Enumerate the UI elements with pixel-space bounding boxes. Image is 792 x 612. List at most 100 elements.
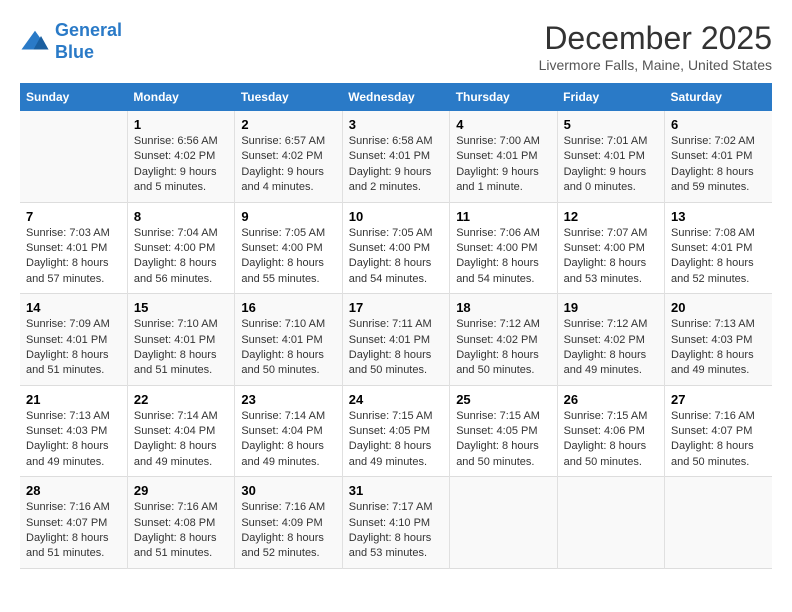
day-number: 20: [671, 300, 766, 315]
week-row-5: 28 Sunrise: 7:16 AMSunset: 4:07 PMDayligh…: [20, 477, 772, 569]
day-info: Sunrise: 7:07 AMSunset: 4:00 PMDaylight:…: [564, 226, 658, 288]
day-number: 31: [349, 483, 443, 498]
weekday-header-friday: Friday: [557, 83, 664, 111]
day-info: Sunrise: 7:14 AMSunset: 4:04 PMDaylight:…: [241, 409, 335, 471]
day-number: 30: [241, 483, 335, 498]
day-number: 9: [241, 209, 335, 224]
day-info: Sunrise: 6:57 AMSunset: 4:02 PMDaylight:…: [241, 134, 335, 196]
weekday-header-wednesday: Wednesday: [342, 83, 449, 111]
day-info: Sunrise: 7:05 AMSunset: 4:00 PMDaylight:…: [349, 226, 443, 288]
calendar-cell: 10 Sunrise: 7:05 AMSunset: 4:00 PMDayligh…: [342, 202, 449, 294]
calendar-cell: 23Sunrise: 7:14 AMSunset: 4:04 PMDayligh…: [235, 385, 342, 477]
day-number: 13: [671, 209, 766, 224]
day-number: 10: [349, 209, 443, 224]
day-number: 4: [456, 117, 550, 132]
calendar-cell: 13 Sunrise: 7:08 AMSunset: 4:01 PMDayligh…: [665, 202, 772, 294]
day-info: Sunrise: 6:56 AMSunset: 4:02 PMDaylight:…: [134, 134, 228, 196]
calendar-cell: 20 Sunrise: 7:13 AMSunset: 4:03 PMDayligh…: [665, 294, 772, 386]
calendar-cell: 26Sunrise: 7:15 AMSunset: 4:06 PMDayligh…: [557, 385, 664, 477]
calendar-cell: 8 Sunrise: 7:04 AMSunset: 4:00 PMDaylight…: [127, 202, 234, 294]
weekday-row: SundayMondayTuesdayWednesdayThursdayFrid…: [20, 83, 772, 111]
week-row-1: 1 Sunrise: 6:56 AMSunset: 4:02 PMDaylight…: [20, 111, 772, 202]
calendar-cell: 21 Sunrise: 7:13 AMSunset: 4:03 PMDayligh…: [20, 385, 127, 477]
calendar-table: SundayMondayTuesdayWednesdayThursdayFrid…: [20, 83, 772, 569]
calendar-cell: [557, 477, 664, 569]
calendar-cell: 28 Sunrise: 7:16 AMSunset: 4:07 PMDayligh…: [20, 477, 127, 569]
day-info: Sunrise: 7:16 AMSunset: 4:07 PMDaylight:…: [671, 409, 766, 471]
calendar-cell: 4 Sunrise: 7:00 AMSunset: 4:01 PMDaylight…: [450, 111, 557, 202]
day-number: 7: [26, 209, 121, 224]
day-info: Sunrise: 7:16 AMSunset: 4:09 PMDaylight:…: [241, 500, 335, 562]
calendar-cell: 24Sunrise: 7:15 AMSunset: 4:05 PMDayligh…: [342, 385, 449, 477]
day-number: 17: [349, 300, 443, 315]
day-number: 12: [564, 209, 658, 224]
calendar-cell: 11 Sunrise: 7:06 AMSunset: 4:00 PMDayligh…: [450, 202, 557, 294]
day-number: 19: [564, 300, 658, 315]
day-info: Sunrise: 7:12 AMSunset: 4:02 PMDaylight:…: [564, 317, 658, 379]
calendar-cell: 14Sunrise: 7:09 AMSunset: 4:01 PMDayligh…: [20, 294, 127, 386]
calendar-cell: 17 Sunrise: 7:11 AMSunset: 4:01 PMDayligh…: [342, 294, 449, 386]
day-info: Sunrise: 7:14 AMSunset: 4:04 PMDaylight:…: [134, 409, 228, 471]
weekday-header-monday: Monday: [127, 83, 234, 111]
week-row-4: 21 Sunrise: 7:13 AMSunset: 4:03 PMDayligh…: [20, 385, 772, 477]
logo-line2: Blue: [55, 42, 94, 62]
calendar-cell: [450, 477, 557, 569]
weekday-header-saturday: Saturday: [665, 83, 772, 111]
logo: General Blue: [20, 20, 122, 63]
calendar-body: 1 Sunrise: 6:56 AMSunset: 4:02 PMDaylight…: [20, 111, 772, 568]
calendar-cell: [665, 477, 772, 569]
day-info: Sunrise: 7:13 AMSunset: 4:03 PMDaylight:…: [671, 317, 766, 379]
day-info: Sunrise: 7:04 AMSunset: 4:00 PMDaylight:…: [134, 226, 228, 288]
day-info: Sunrise: 7:08 AMSunset: 4:01 PMDaylight:…: [671, 226, 766, 288]
day-number: 16: [241, 300, 335, 315]
weekday-header-sunday: Sunday: [20, 83, 127, 111]
day-number: 11: [456, 209, 550, 224]
weekday-header-thursday: Thursday: [450, 83, 557, 111]
day-info: Sunrise: 7:11 AMSunset: 4:01 PMDaylight:…: [349, 317, 443, 379]
calendar-cell: 2 Sunrise: 6:57 AMSunset: 4:02 PMDaylight…: [235, 111, 342, 202]
day-info: Sunrise: 7:13 AMSunset: 4:03 PMDaylight:…: [26, 409, 121, 471]
day-info: Sunrise: 7:00 AMSunset: 4:01 PMDaylight:…: [456, 134, 550, 196]
calendar-cell: 25 Sunrise: 7:15 AMSunset: 4:05 PMDayligh…: [450, 385, 557, 477]
day-number: 6: [671, 117, 766, 132]
day-info: Sunrise: 7:01 AMSunset: 4:01 PMDaylight:…: [564, 134, 658, 196]
calendar-cell: 7 Sunrise: 7:03 AMSunset: 4:01 PMDaylight…: [20, 202, 127, 294]
day-number: 29: [134, 483, 228, 498]
calendar-cell: 30 Sunrise: 7:16 AMSunset: 4:09 PMDayligh…: [235, 477, 342, 569]
location-text: Livermore Falls, Maine, United States: [539, 57, 772, 73]
calendar-cell: 12 Sunrise: 7:07 AMSunset: 4:00 PMDayligh…: [557, 202, 664, 294]
calendar-cell: 3Sunrise: 6:58 AMSunset: 4:01 PMDaylight…: [342, 111, 449, 202]
day-number: 2: [241, 117, 335, 132]
day-number: 1: [134, 117, 228, 132]
day-info: Sunrise: 7:12 AMSunset: 4:02 PMDaylight:…: [456, 317, 550, 379]
week-row-3: 14Sunrise: 7:09 AMSunset: 4:01 PMDayligh…: [20, 294, 772, 386]
calendar-cell: 22 Sunrise: 7:14 AMSunset: 4:04 PMDayligh…: [127, 385, 234, 477]
calendar-cell: 15Sunrise: 7:10 AMSunset: 4:01 PMDayligh…: [127, 294, 234, 386]
day-info: Sunrise: 7:15 AMSunset: 4:05 PMDaylight:…: [456, 409, 550, 471]
calendar-cell: 31 Sunrise: 7:17 AMSunset: 4:10 PMDayligh…: [342, 477, 449, 569]
day-info: Sunrise: 7:17 AMSunset: 4:10 PMDaylight:…: [349, 500, 443, 562]
day-number: 28: [26, 483, 121, 498]
day-info: Sunrise: 7:16 AMSunset: 4:07 PMDaylight:…: [26, 500, 121, 562]
day-info: Sunrise: 7:15 AMSunset: 4:05 PMDaylight:…: [349, 409, 443, 471]
week-row-2: 7 Sunrise: 7:03 AMSunset: 4:01 PMDaylight…: [20, 202, 772, 294]
title-area: December 2025 Livermore Falls, Maine, Un…: [539, 20, 772, 73]
calendar-cell: 1 Sunrise: 6:56 AMSunset: 4:02 PMDaylight…: [127, 111, 234, 202]
day-number: 15: [134, 300, 228, 315]
day-number: 25: [456, 392, 550, 407]
day-info: Sunrise: 7:09 AMSunset: 4:01 PMDaylight:…: [26, 317, 121, 379]
calendar-cell: 18 Sunrise: 7:12 AMSunset: 4:02 PMDayligh…: [450, 294, 557, 386]
day-number: 18: [456, 300, 550, 315]
day-info: Sunrise: 7:15 AMSunset: 4:06 PMDaylight:…: [564, 409, 658, 471]
day-number: 3: [349, 117, 443, 132]
calendar-cell: 29Sunrise: 7:16 AMSunset: 4:08 PMDayligh…: [127, 477, 234, 569]
calendar-cell: 19 Sunrise: 7:12 AMSunset: 4:02 PMDayligh…: [557, 294, 664, 386]
day-number: 22: [134, 392, 228, 407]
day-number: 8: [134, 209, 228, 224]
month-title: December 2025: [539, 20, 772, 57]
day-number: 21: [26, 392, 121, 407]
day-info: Sunrise: 7:03 AMSunset: 4:01 PMDaylight:…: [26, 226, 121, 288]
calendar-header: SundayMondayTuesdayWednesdayThursdayFrid…: [20, 83, 772, 111]
day-info: Sunrise: 7:06 AMSunset: 4:00 PMDaylight:…: [456, 226, 550, 288]
day-number: 27: [671, 392, 766, 407]
